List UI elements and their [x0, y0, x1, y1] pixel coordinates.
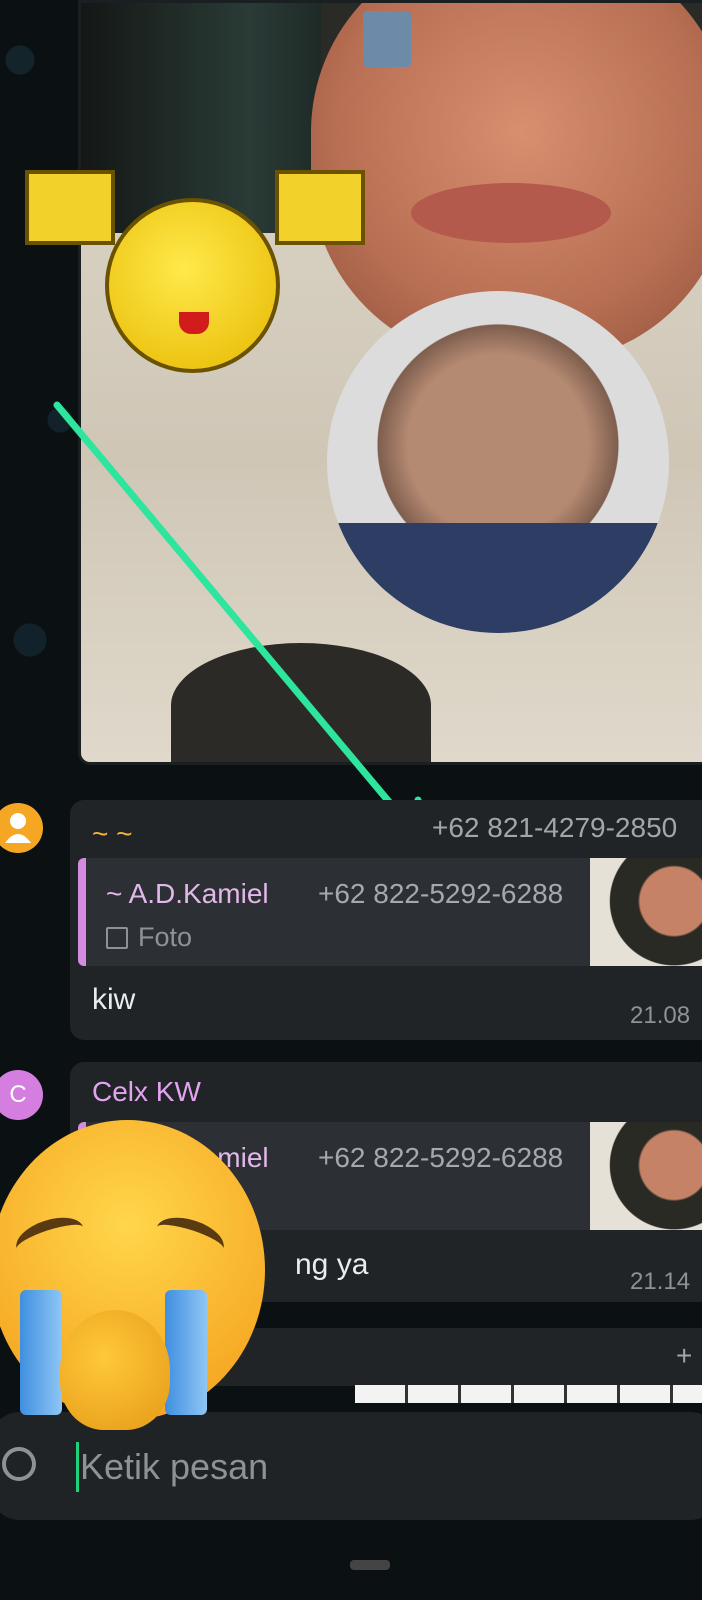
message-time: 21.14 [630, 1268, 691, 1295]
hand [60, 1310, 170, 1430]
message-text: ng ya [295, 1248, 369, 1281]
pixel-hand-left [25, 170, 115, 245]
pixel-hand-right [275, 170, 365, 245]
image-preview [355, 1385, 702, 1403]
quoted-thumbnail [590, 1122, 702, 1230]
image-icon [106, 926, 128, 949]
photo-mouth [411, 183, 611, 243]
text-cursor [76, 1442, 79, 1492]
message-time: 21.08 [630, 1002, 691, 1029]
tear-right [165, 1290, 207, 1415]
message-bubble[interactable]: ~ ~ +62 821-4279-2850 ~ A.D.Kamiel +62 8… [70, 800, 702, 1040]
pixel-face [105, 198, 280, 373]
sender-name[interactable]: Celx KW [92, 1076, 201, 1108]
quoted-message[interactable]: ~ A.D.Kamiel +62 822-5292-6288 Foto [78, 858, 598, 966]
message-text: kiw [92, 983, 136, 1016]
quoted-phone: +62 822-5292-6288 [318, 1142, 564, 1173]
shirt-print [171, 643, 431, 762]
sender-name[interactable]: ~ ~ [92, 818, 132, 850]
sticker-icon[interactable] [2, 1447, 36, 1481]
pixel-tongue [179, 312, 209, 334]
sender-phone: + [676, 1340, 693, 1371]
nav-bar-hint [350, 1560, 390, 1570]
quoted-type-label: Foto [138, 922, 193, 952]
video-circle-overlay [327, 291, 669, 633]
tear-left [20, 1290, 62, 1415]
face-sticker [363, 11, 411, 67]
pixel-emoji-sticker [25, 170, 365, 380]
quoted-thumbnail [590, 858, 702, 966]
crying-emoji-sticker [0, 1120, 265, 1430]
message-input[interactable]: Ketik pesan [80, 1446, 268, 1488]
quoted-type: Foto [106, 922, 192, 953]
quoted-phone: +62 822-5292-6288 [318, 878, 564, 909]
video-chair [327, 523, 669, 633]
quoted-sender: ~ A.D.Kamiel [106, 878, 269, 909]
sender-phone: +62 821-4279-2850 [432, 812, 678, 843]
